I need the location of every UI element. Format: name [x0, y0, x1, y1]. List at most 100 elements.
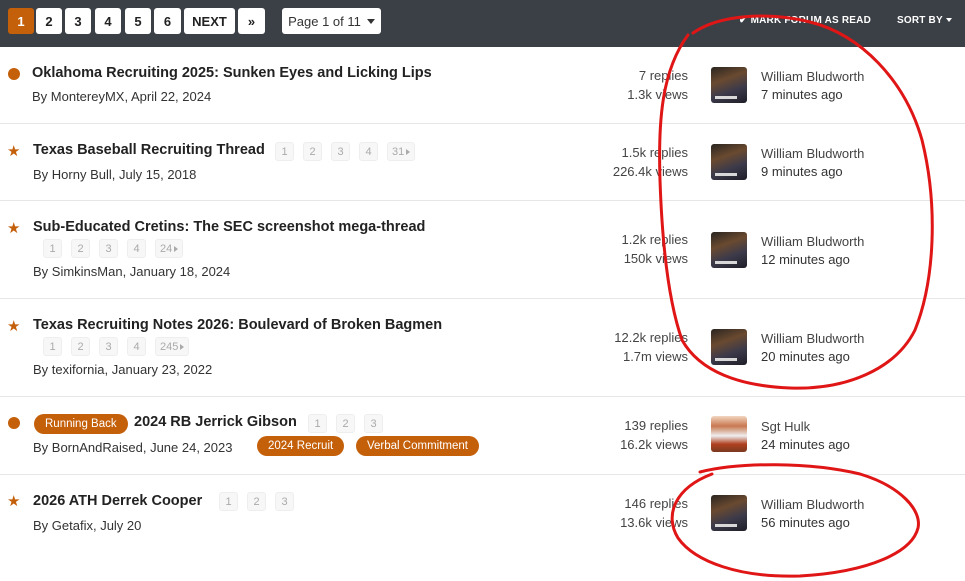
last-post-time[interactable]: 9 minutes ago — [761, 164, 843, 179]
thread-last-page-link[interactable]: 245 — [155, 337, 190, 356]
page-jump-dropdown[interactable]: Page 1 of 11 — [282, 8, 381, 34]
next-page-button[interactable]: NEXT — [184, 8, 235, 34]
page-3-button[interactable]: 3 — [65, 8, 91, 34]
tag-badge[interactable]: 2024 Recruit — [257, 436, 345, 456]
avatar[interactable] — [711, 495, 747, 531]
avatar[interactable] — [711, 329, 747, 365]
thread-page-link[interactable]: 2 — [247, 492, 266, 511]
thread-byline: By texifornia, January 23, 2022 — [33, 362, 213, 377]
sort-by-label: SORT BY — [897, 15, 943, 26]
thread-page-link[interactable]: 4 — [127, 337, 146, 356]
star-icon: ★ — [7, 143, 21, 160]
thread-page-link[interactable]: 2 — [303, 142, 322, 161]
thread-page-link[interactable]: 1 — [219, 492, 238, 511]
thread-row[interactable]: ★ Sub-Educated Cretins: The SEC screensh… — [0, 201, 965, 299]
last-post-time[interactable]: 12 minutes ago — [761, 252, 850, 267]
thread-page-link[interactable]: 3 — [275, 492, 294, 511]
star-icon: ★ — [7, 220, 21, 237]
thread-last-page-link[interactable]: 31 — [387, 142, 416, 161]
thread-page-link[interactable]: 2 — [71, 337, 90, 356]
reply-count: 139 replies — [624, 418, 688, 433]
thread-byline: By BornAndRaised, June 24, 2023 — [33, 440, 233, 455]
thread-page-link[interactable]: 1 — [275, 142, 294, 161]
prefix-badge[interactable]: Running Back — [34, 414, 128, 434]
unread-dot-icon — [8, 417, 20, 429]
thread-last-page-link[interactable]: 24 — [155, 239, 184, 258]
page-2-button[interactable]: 2 — [36, 8, 62, 34]
last-poster-link[interactable]: William Bludworth — [761, 234, 864, 249]
page-6-button[interactable]: 6 — [154, 8, 181, 34]
star-icon: ★ — [7, 318, 21, 335]
thread-title-link[interactable]: 2024 RB Jerrick Gibson — [134, 414, 297, 430]
thread-row[interactable]: ★ Texas Recruiting Notes 2026: Boulevard… — [0, 299, 965, 397]
thread-title-link[interactable]: Texas Recruiting Notes 2026: Boulevard o… — [33, 317, 442, 333]
avatar[interactable] — [711, 416, 747, 452]
thread-page-link[interactable]: 3 — [99, 337, 118, 356]
thread-page-link[interactable]: 2 — [336, 414, 355, 433]
reply-count: 12.2k replies — [614, 330, 688, 345]
thread-page-link[interactable]: 1 — [43, 239, 62, 258]
view-count: 16.2k views — [620, 437, 688, 452]
last-post-time[interactable]: 7 minutes ago — [761, 87, 843, 102]
view-count: 1.7m views — [622, 349, 688, 364]
avatar[interactable] — [711, 144, 747, 180]
page-5-button[interactable]: 5 — [125, 8, 151, 34]
last-post-time[interactable]: 56 minutes ago — [761, 515, 850, 530]
chevron-right-icon — [406, 148, 411, 155]
thread-last-page-label: 24 — [160, 242, 173, 255]
reply-count: 7 replies — [638, 68, 688, 83]
avatar[interactable] — [711, 67, 747, 103]
tag-badge[interactable]: Verbal Commitment — [356, 436, 479, 456]
thread-title-link[interactable]: 2026 ATH Derrek Cooper — [33, 493, 202, 509]
chevron-right-icon — [174, 245, 179, 252]
last-poster-link[interactable]: Sgt Hulk — [761, 419, 810, 434]
thread-title-link[interactable]: Oklahoma Recruiting 2025: Sunken Eyes an… — [32, 65, 432, 81]
mark-forum-read-button[interactable]: ✔ MARK FORUM AS READ — [739, 15, 871, 26]
thread-row[interactable]: ★ 2026 ATH Derrek Cooper 1 2 3 By Getafi… — [0, 475, 965, 581]
sort-by-button[interactable]: SORT BY — [897, 15, 952, 26]
thread-byline: By Horny Bull, July 15, 2018 — [33, 167, 197, 182]
last-poster-link[interactable]: William Bludworth — [761, 69, 864, 84]
thread-page-link[interactable]: 3 — [99, 239, 118, 258]
thread-page-link[interactable]: 1 — [43, 337, 62, 356]
last-poster-link[interactable]: William Bludworth — [761, 497, 864, 512]
thread-byline: By Getafix, July 20 — [33, 518, 142, 533]
unread-dot-icon — [8, 68, 20, 80]
thread-byline: By SimkinsMan, January 18, 2024 — [33, 264, 231, 279]
avatar[interactable] — [711, 232, 747, 268]
page-4-button[interactable]: 4 — [95, 8, 121, 34]
chevron-down-icon — [945, 18, 952, 23]
thread-page-link[interactable]: 3 — [364, 414, 383, 433]
thread-row[interactable]: ★ Texas Baseball Recruiting Thread 1 2 3… — [0, 124, 965, 201]
view-count: 150k views — [623, 251, 688, 266]
page-1-button[interactable]: 1 — [8, 8, 34, 34]
thread-page-link[interactable]: 3 — [331, 142, 350, 161]
view-count: 13.6k views — [620, 515, 688, 530]
pagination-bar: 1 2 3 4 5 6 NEXT » Page 1 of 11 ✔ MARK F… — [0, 0, 965, 47]
thread-page-link[interactable]: 4 — [127, 239, 146, 258]
thread-last-page-label: 245 — [160, 340, 179, 353]
last-page-button[interactable]: » — [238, 8, 265, 34]
last-poster-link[interactable]: William Bludworth — [761, 146, 864, 161]
thread-page-link[interactable]: 2 — [71, 239, 90, 258]
mark-forum-read-label: MARK FORUM AS READ — [750, 15, 872, 26]
thread-byline: By MontereyMX, April 22, 2024 — [32, 89, 212, 104]
last-post-time[interactable]: 20 minutes ago — [761, 349, 850, 364]
thread-title-link[interactable]: Sub-Educated Cretins: The SEC screenshot… — [33, 219, 425, 235]
view-count: 1.3k views — [627, 87, 688, 102]
page-jump-label: Page 1 of 11 — [288, 13, 361, 29]
reply-count: 1.5k replies — [621, 145, 688, 160]
chevron-down-icon — [366, 18, 375, 24]
thread-page-link[interactable]: 1 — [308, 414, 327, 433]
last-poster-link[interactable]: William Bludworth — [761, 331, 864, 346]
thread-row[interactable]: Running Back 2024 RB Jerrick Gibson 1 2 … — [0, 397, 965, 475]
thread-row[interactable]: Oklahoma Recruiting 2025: Sunken Eyes an… — [0, 47, 965, 124]
chevron-right-icon — [180, 343, 185, 350]
thread-last-page-label: 31 — [392, 145, 405, 158]
thread-page-link[interactable]: 4 — [359, 142, 378, 161]
last-post-time[interactable]: 24 minutes ago — [761, 437, 850, 452]
thread-title-link[interactable]: Texas Baseball Recruiting Thread — [33, 142, 265, 158]
reply-count: 146 replies — [624, 496, 688, 511]
reply-count: 1.2k replies — [621, 232, 688, 247]
checkmark-icon: ✔ — [739, 15, 748, 26]
